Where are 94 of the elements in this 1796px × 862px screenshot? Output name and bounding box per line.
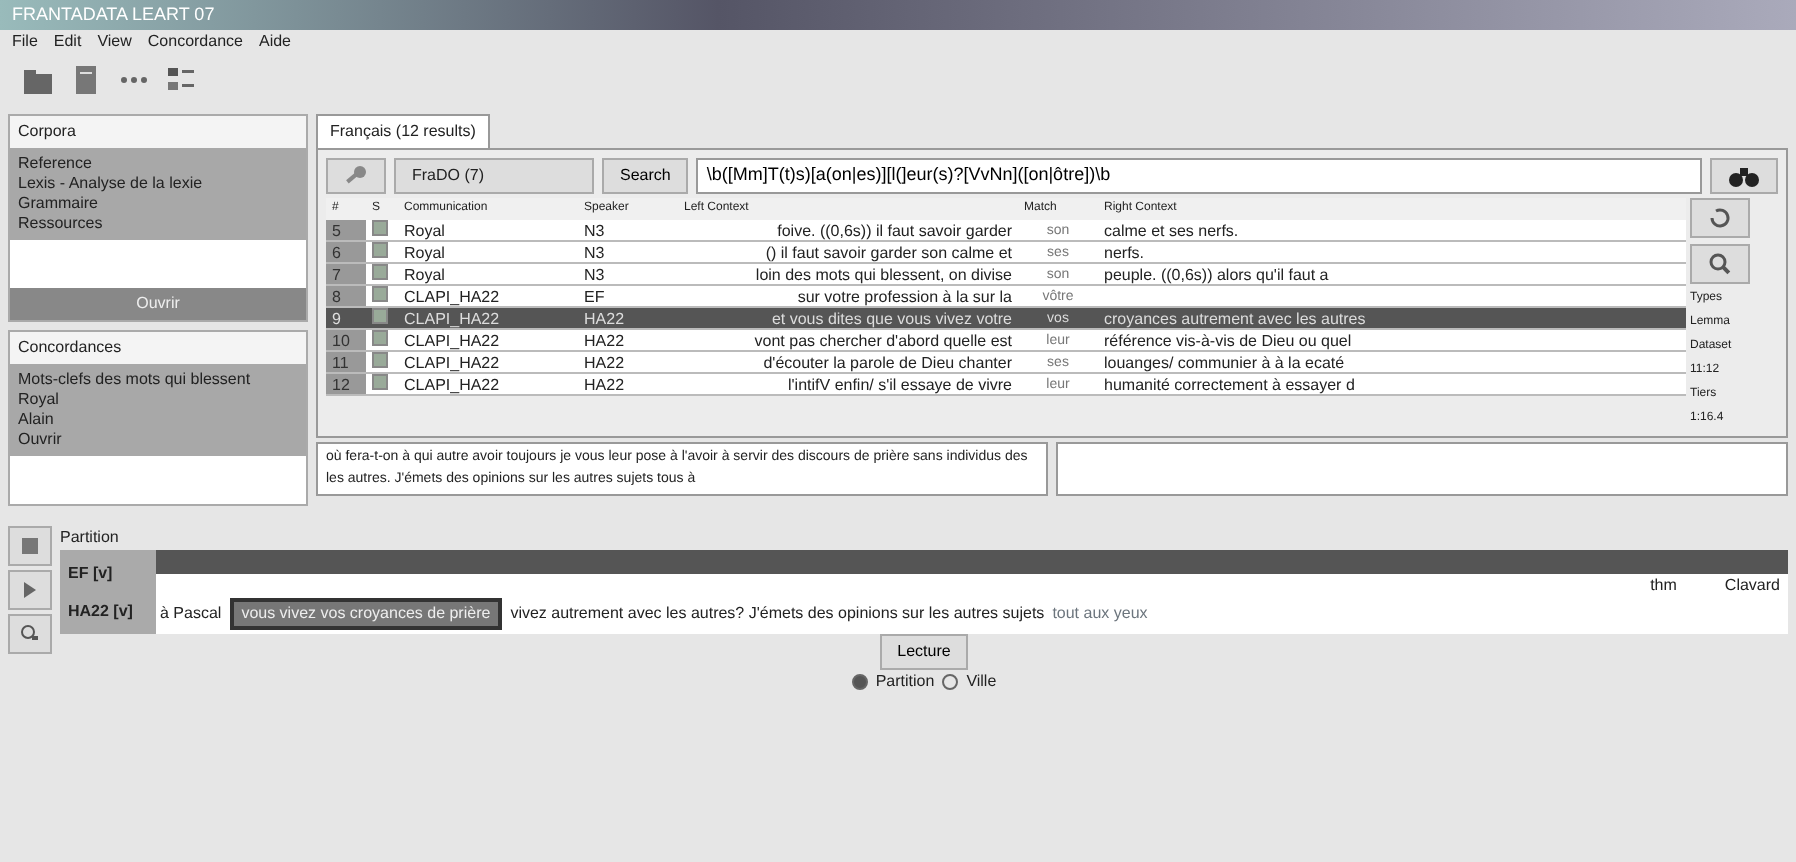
table-cell: HA22 <box>578 329 678 352</box>
table-cell: foive. ((0,6s)) il faut savoir garder <box>678 220 1018 242</box>
table-cell: référence vis-à-vis de Dieu ou quel <box>1098 329 1686 352</box>
search-button[interactable] <box>1690 244 1750 285</box>
menu-item[interactable]: Aide <box>250 30 299 54</box>
list-item[interactable]: Alain <box>18 410 298 430</box>
results-tab[interactable]: Français (12 results) <box>316 114 490 148</box>
table-cell: N3 <box>578 241 678 264</box>
play-icon <box>20 579 40 600</box>
checkbox[interactable] <box>372 220 388 237</box>
table-cell: peuple. ((0,6s)) alors qu'il faut a <box>1098 263 1686 286</box>
row-number: 7 <box>326 263 366 286</box>
list-item[interactable]: Lexis - Analyse de la lexie <box>18 174 298 194</box>
lecture-button[interactable]: Lecture <box>879 634 969 670</box>
row-number: 9 <box>326 307 366 330</box>
table-cell: CLAPI_HA22 <box>398 351 578 374</box>
time-label: Clavard <box>1724 574 1780 598</box>
table-cell: Royal <box>398 263 578 286</box>
checkbox[interactable] <box>372 286 388 303</box>
table-cell: loin des mots qui blessent, on divise <box>678 263 1018 286</box>
table-cell: HA22 <box>578 351 678 374</box>
checkbox[interactable] <box>372 330 388 347</box>
table-cell: CLAPI_HA22 <box>398 307 578 330</box>
list-item[interactable]: Royal <box>18 390 298 410</box>
table-cell: () il faut savoir garder son calme et <box>678 241 1018 264</box>
list-item[interactable]: Ouvrir <box>18 430 298 450</box>
table-cell: croyances autrement avec les autres <box>1098 307 1686 330</box>
notes-field[interactable] <box>1056 442 1788 497</box>
refresh-icon <box>1708 206 1732 231</box>
checkbox[interactable] <box>372 374 388 391</box>
table-cell: vont pas chercher d'abord quelle est <box>678 329 1018 352</box>
search-icon <box>1708 252 1732 277</box>
grid-button[interactable] <box>8 526 52 566</box>
table-cell: nerfs. <box>1098 241 1686 264</box>
table-cell: N3 <box>578 220 678 242</box>
menu-item[interactable]: Edit <box>45 30 90 54</box>
row-number: 6 <box>326 241 366 264</box>
tier-label: HA22 [v] <box>68 599 135 623</box>
zoom-icon <box>20 623 40 644</box>
highlighted-text: vous vivez vos croyances de prière <box>229 598 503 630</box>
checkbox[interactable] <box>372 308 388 325</box>
table-cell: calme et ses nerfs. <box>1098 220 1686 242</box>
utterance-text: tout aux yeux <box>1052 602 1148 626</box>
checkbox[interactable] <box>372 264 388 281</box>
row-number: 10 <box>326 329 366 352</box>
checkbox[interactable] <box>372 352 388 369</box>
menu-item[interactable]: View <box>89 30 140 54</box>
table-cell: d'écouter la parole de Dieu chanter <box>678 351 1018 374</box>
binoculars-button[interactable] <box>1710 158 1778 195</box>
table-cell: l'intifV enfin/ s'il essaye de vivre <box>678 373 1018 396</box>
table-cell: N3 <box>578 263 678 286</box>
search-button[interactable]: Search <box>602 158 689 195</box>
row-number: 12 <box>326 373 366 396</box>
grid-icon <box>20 535 40 556</box>
radio-label: Ville <box>966 670 997 694</box>
menu-item[interactable]: File <box>4 30 46 54</box>
binoculars-icon <box>1728 164 1760 188</box>
radio-label: Partition <box>875 670 935 694</box>
zoom-button[interactable] <box>8 614 52 654</box>
table-cell: louanges/ communier à à la ecaté <box>1098 351 1686 374</box>
table-cell: Royal <box>398 241 578 264</box>
panel-title: Concordances <box>16 336 124 360</box>
key-button[interactable] <box>326 158 386 195</box>
list-item[interactable]: Reference <box>18 154 298 174</box>
refresh-button[interactable] <box>1690 198 1750 239</box>
row-number: 8 <box>326 285 366 308</box>
dropdown-value: FraDO (7) <box>412 164 484 189</box>
utterance-text: vivez autrement avec les autres? J'émets des opinions sur les autres sujets <box>510 602 1045 626</box>
list-item[interactable]: Ressources <box>18 214 298 234</box>
row-number: 5 <box>326 220 366 242</box>
menu-item[interactable]: Concordance <box>139 30 251 54</box>
list-item[interactable]: Grammaire <box>18 194 298 214</box>
corpus-dropdown[interactable]: FraDO (7) <box>394 158 594 195</box>
play-button[interactable] <box>8 570 52 610</box>
table-cell: HA22 <box>578 373 678 396</box>
radio-button[interactable] <box>942 674 959 690</box>
radio-button[interactable] <box>851 674 868 690</box>
query-field[interactable]: \b([Mm]T(t)s)[a(on|es)][l(]eur(s)?[VvNn]([on|ôtre])\b <box>696 158 1702 194</box>
table-cell: CLAPI_HA22 <box>398 373 578 396</box>
utterance-text: à Pascal <box>160 602 222 626</box>
table-cell: HA22 <box>578 307 678 330</box>
partition-label: Partition <box>60 526 121 550</box>
key-icon <box>344 164 368 188</box>
row-number: 11 <box>326 351 366 374</box>
list-item[interactable]: Mots-clefs des mots qui blessent <box>18 370 298 390</box>
panel-title: Corpora <box>16 120 78 144</box>
window-title: FRANTADATA LEART 07 <box>12 1 215 28</box>
table-cell: Royal <box>398 220 578 242</box>
time-label: thm <box>1650 574 1677 598</box>
table-cell: CLAPI_HA22 <box>398 329 578 352</box>
tier-label: EF [v] <box>68 561 115 585</box>
checkbox[interactable] <box>372 242 388 259</box>
table-cell: et vous dites que vous vivez votre <box>678 307 1018 330</box>
table-cell: humanité correctement à essayer d <box>1098 373 1686 396</box>
